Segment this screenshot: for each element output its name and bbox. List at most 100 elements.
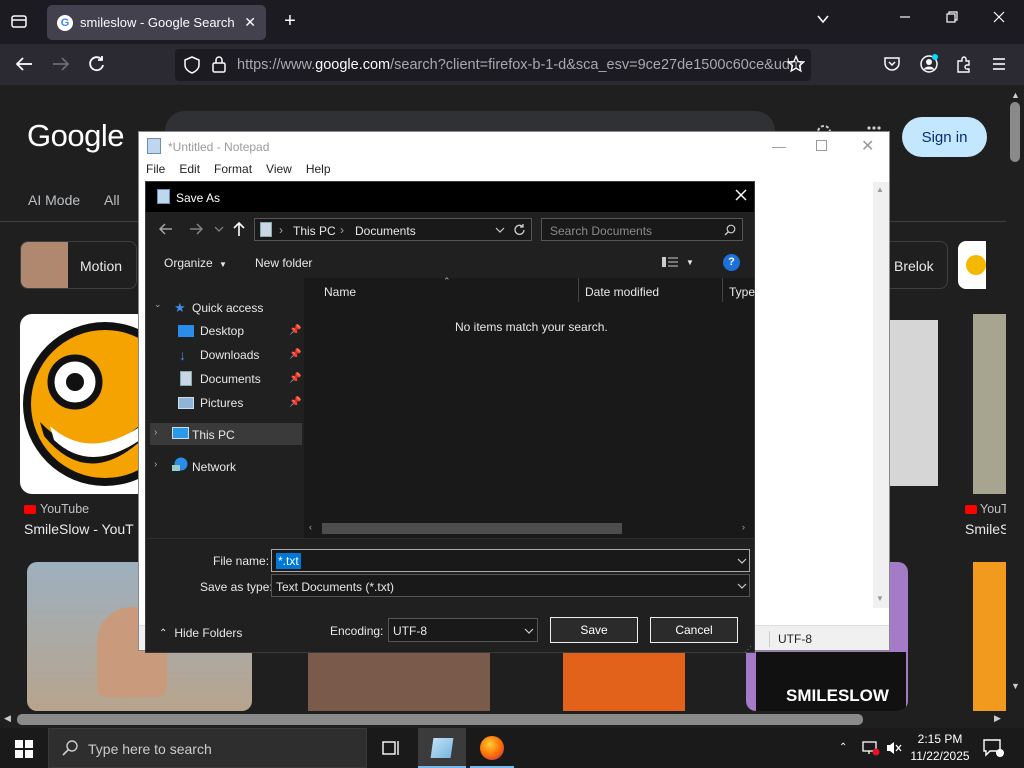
scroll-up-arrow-icon[interactable]: ▲ [1011, 90, 1020, 100]
close-window-icon[interactable] [992, 10, 1012, 24]
image-result-pixel[interactable] [973, 562, 1006, 711]
account-avatar-icon[interactable] [919, 54, 939, 74]
task-view-icon[interactable] [382, 739, 402, 757]
pin-icon[interactable]: 📌 [289, 325, 301, 336]
column-divider[interactable] [578, 278, 579, 302]
scroll-down-arrow-icon[interactable]: ▼ [1011, 681, 1020, 691]
address-bar[interactable]: › This PC › Documents [254, 218, 532, 241]
result-title[interactable]: SmileSlow - YouT [24, 521, 134, 537]
taskbar-firefox-button[interactable] [470, 728, 514, 768]
encoding-chevron-icon[interactable] [524, 627, 534, 635]
forward-arrow-icon[interactable] [51, 55, 71, 73]
network-status-icon[interactable] [862, 740, 880, 756]
dialog-close-icon[interactable] [734, 188, 748, 202]
recent-locations-chevron-icon[interactable] [214, 225, 224, 233]
view-options-button[interactable]: ▼ [662, 256, 694, 268]
url-bar[interactable]: https://www. google.com/search?client=fir… [175, 49, 811, 81]
nav-network[interactable]: Network [192, 460, 236, 474]
resize-grip-icon[interactable]: ⋰ [744, 645, 752, 654]
expand-chevron-icon[interactable]: › [154, 427, 157, 438]
notepad-maximize-icon[interactable] [816, 140, 827, 151]
menu-file[interactable]: File [146, 162, 165, 176]
pocket-icon[interactable] [883, 55, 901, 73]
pin-icon[interactable]: 📌 [289, 373, 301, 384]
taskbar-notepad-button[interactable] [418, 728, 466, 768]
reload-icon[interactable] [87, 54, 107, 74]
google-logo[interactable]: Google [27, 118, 124, 154]
clock-time[interactable]: 2:15 PM [908, 732, 972, 746]
start-windows-icon[interactable] [15, 740, 33, 758]
horizontal-scroll-thumb[interactable] [17, 714, 863, 725]
list-all-tabs-icon[interactable] [10, 12, 30, 30]
nav-quick-access[interactable]: Quick access [192, 301, 263, 315]
image-result-edge[interactable] [973, 314, 1006, 494]
tab-overflow-chevron-icon[interactable] [815, 11, 835, 27]
cancel-button[interactable]: Cancel [650, 617, 738, 643]
scroll-right-arrow-icon[interactable]: ▶ [994, 713, 1001, 724]
taskbar-search-box[interactable]: Type here to search [48, 728, 367, 768]
back-arrow-icon[interactable] [14, 55, 34, 73]
scroll-down-arrow-icon[interactable]: ▼ [876, 594, 884, 603]
scroll-left-arrow-icon[interactable]: ◀ [4, 713, 11, 724]
tab-all[interactable]: All [104, 192, 120, 208]
image-result-partial[interactable] [888, 320, 938, 486]
file-name-dropdown-chevron-icon[interactable] [737, 557, 747, 565]
hide-folders-button[interactable]: ⌃ Hide Folders [159, 626, 242, 640]
lock-icon[interactable] [211, 55, 227, 73]
notepad-close-icon[interactable]: ✕ [861, 136, 874, 156]
organize-button[interactable]: Organize ▼ [164, 256, 227, 270]
file-name-input[interactable]: *.txt [271, 549, 750, 572]
notepad-vertical-scrollbar[interactable]: ▲ ▼ [873, 182, 889, 608]
show-hidden-icons-chevron-icon[interactable]: ⌃ [839, 742, 847, 753]
new-tab-button[interactable]: + [280, 10, 300, 33]
nav-this-pc[interactable]: This PC [192, 428, 235, 442]
bookmark-star-icon[interactable] [787, 55, 805, 73]
chip-motion[interactable]: Motion [20, 241, 137, 289]
help-icon[interactable]: ? [723, 254, 740, 271]
nav-pictures[interactable]: Pictures [200, 396, 243, 410]
vertical-scrollbar[interactable]: ▼ ▲ [1006, 85, 1024, 711]
image-result-smileslow[interactable] [20, 314, 150, 494]
file-list-scroll-thumb[interactable] [322, 523, 622, 534]
nav-this-pc-row[interactable]: › This PC [150, 423, 302, 445]
refresh-icon[interactable] [513, 223, 526, 236]
menu-help[interactable]: Help [306, 162, 331, 176]
save-button[interactable]: Save [550, 617, 638, 643]
back-arrow-icon[interactable] [158, 222, 174, 236]
sign-in-button[interactable]: Sign in [902, 117, 987, 157]
menu-view[interactable]: View [266, 162, 292, 176]
search-documents-field[interactable]: Search Documents [541, 218, 743, 241]
save-as-type-select[interactable]: Text Documents (*.txt) [271, 574, 750, 597]
chip-emoji-thumbnail[interactable] [958, 241, 986, 289]
forward-arrow-icon[interactable] [188, 222, 204, 236]
column-date-modified[interactable]: Date modified [585, 285, 659, 299]
browser-tab[interactable]: G smileslow - Google Search ✕ [47, 5, 266, 40]
vertical-scroll-thumb[interactable] [1010, 102, 1020, 162]
site-info-shield-icon[interactable] [184, 56, 200, 74]
nav-documents[interactable]: Documents [200, 372, 261, 386]
scroll-up-arrow-icon[interactable]: ▲ [876, 185, 884, 194]
horizontal-scrollbar[interactable]: ◀ ▶ [0, 711, 1024, 728]
save-as-type-chevron-icon[interactable] [737, 582, 747, 590]
menu-format[interactable]: Format [214, 162, 252, 176]
nav-desktop[interactable]: Desktop [200, 324, 244, 338]
expand-chevron-icon[interactable]: › [154, 459, 157, 470]
column-type[interactable]: Type [729, 285, 755, 299]
clock-date[interactable]: 11/22/2025 [906, 749, 974, 763]
column-name[interactable]: Name [324, 285, 356, 299]
new-folder-button[interactable]: New folder [255, 256, 312, 270]
file-list-horizontal-scrollbar[interactable]: ‹ › [304, 520, 754, 537]
restore-window-icon[interactable] [945, 10, 965, 24]
pin-icon[interactable]: 📌 [289, 349, 301, 360]
encoding-select[interactable]: UTF-8 [388, 618, 538, 642]
extensions-puzzle-icon[interactable] [955, 55, 973, 73]
minimize-window-icon[interactable] [898, 10, 918, 24]
image-result-people[interactable] [308, 650, 490, 711]
menu-edit[interactable]: Edit [179, 162, 200, 176]
nav-downloads[interactable]: Downloads [200, 348, 259, 362]
tab-ai-mode[interactable]: AI Mode [28, 192, 80, 208]
address-dropdown-chevron-icon[interactable] [495, 226, 505, 234]
scroll-left-arrow-icon[interactable]: ‹ [309, 522, 312, 532]
hamburger-menu-icon[interactable] [991, 56, 1007, 72]
notifications-icon[interactable] [982, 738, 1004, 758]
